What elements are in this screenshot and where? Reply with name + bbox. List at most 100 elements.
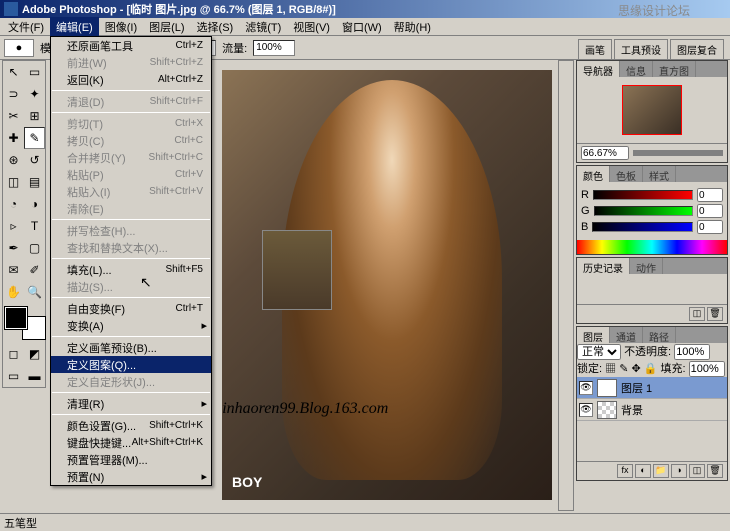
lock-move-icon[interactable]: ✥ [631,363,640,375]
zoom-tool[interactable]: 🔍 [24,281,45,303]
brush-tab[interactable]: 画笔 [578,39,612,60]
menu-item[interactable]: 还原画笔工具Ctrl+Z [51,37,211,54]
lock-paint-icon[interactable]: ✎ [619,363,628,375]
fg-color[interactable] [5,307,27,329]
heal-tool[interactable]: ✚ [3,127,24,149]
menu-8[interactable]: 帮助(H) [388,17,437,37]
history-brush-tool[interactable]: ↺ [24,149,45,171]
slice-tool[interactable]: ⊞ [24,105,45,127]
quickmask-on[interactable]: ◩ [24,343,45,365]
eye-icon[interactable]: 👁 [579,381,593,395]
menu-2[interactable]: 图像(I) [99,17,143,37]
color-swatch[interactable] [5,307,45,339]
menu-item[interactable]: 清理(R)▸ [51,395,211,412]
eyedropper-tool[interactable]: ✐ [24,259,45,281]
shape-tool[interactable]: ▢ [24,237,45,259]
menu-item[interactable]: 定义画笔预设(B)... [51,339,211,356]
lock-trans-icon[interactable]: ▦ [605,363,616,375]
menu-4[interactable]: 选择(S) [191,17,240,37]
g-slider[interactable] [594,206,693,216]
tab[interactable]: 色板 [610,166,643,182]
lock-all-icon[interactable]: 🔒 [644,363,658,375]
brush-tab[interactable]: 图层复合 [670,39,724,60]
blur-tool[interactable]: ◔ [3,193,24,215]
tab[interactable]: 路径 [643,327,676,343]
crop-tool[interactable]: ✂ [3,105,24,127]
zoom-slider[interactable] [633,150,723,156]
canvas[interactable]: Good fun 博客: Kaixinhaoren99.Blog.163.com… [222,70,552,500]
menu-item[interactable]: 填充(L)...Shift+F5 [51,261,211,278]
tab[interactable]: 历史记录 [577,258,630,274]
screen-full[interactable]: ▬ [24,365,45,387]
menu-7[interactable]: 窗口(W) [336,17,388,37]
stamp-tool[interactable]: ⊛ [3,149,24,171]
tab[interactable]: 直方图 [653,61,696,77]
dodge-tool[interactable]: ◑ [24,193,45,215]
brush-preset-picker[interactable]: ● [4,39,34,57]
menu-3[interactable]: 图层(L) [143,17,190,37]
layer-row[interactable]: 👁图层 1 [577,377,727,399]
layer-folder-icon[interactable]: 📁 [653,464,669,478]
g-input[interactable] [697,204,723,218]
menu-item[interactable]: 变换(A)▸ [51,317,211,334]
layer-opacity-label: 不透明度: [624,346,671,358]
layer-fx-icon[interactable]: fx [617,464,633,478]
layer-opacity-input[interactable] [674,344,710,360]
hand-tool[interactable]: ✋ [3,281,24,303]
eye-icon[interactable]: 👁 [579,403,593,417]
tab[interactable]: 信息 [620,61,653,77]
menu-1[interactable]: 编辑(E) [50,17,99,37]
path-tool[interactable]: ▹ [3,215,24,237]
tab[interactable]: 样式 [643,166,676,182]
menu-item[interactable]: 自由变换(F)Ctrl+T [51,300,211,317]
zoom-input[interactable] [581,146,629,160]
menu-item[interactable]: 颜色设置(G)...Shift+Ctrl+K [51,417,211,434]
selection-thumb [262,230,332,310]
tab[interactable]: 图层 [577,327,610,343]
tab[interactable]: 导航器 [577,61,620,77]
menu-item[interactable]: 定义图案(Q)... [51,356,211,373]
pen-tool[interactable]: ✒ [3,237,24,259]
flow-input[interactable] [253,40,295,56]
menu-0[interactable]: 文件(F) [2,17,50,37]
menu-item[interactable]: 预置(N)▸ [51,468,211,485]
r-input[interactable] [697,188,723,202]
menu-item[interactable]: 返回(K)Alt+Ctrl+Z [51,71,211,88]
layer-thumb[interactable] [597,401,617,419]
wand-tool[interactable]: ✦ [24,83,45,105]
tab[interactable]: 颜色 [577,166,610,182]
layer-new-icon[interactable]: ◫ [689,464,705,478]
menu-5[interactable]: 滤镜(T) [239,17,287,37]
r-slider[interactable] [593,190,693,200]
layer-row[interactable]: 👁背景 [577,399,727,421]
blend-mode-select[interactable]: 正常 [577,344,621,360]
menu-6[interactable]: 视图(V) [287,17,336,37]
menu-item[interactable]: 键盘快捷键...Alt+Shift+Ctrl+K [51,434,211,451]
lasso-tool[interactable]: ⊃ [3,83,24,105]
tab[interactable]: 动作 [630,258,663,274]
canvas-scrollbar-v[interactable] [558,60,574,511]
history-new-snapshot[interactable]: ◫ [689,307,705,321]
color-ramp[interactable] [577,240,727,254]
gradient-tool[interactable]: ▤ [24,171,45,193]
brush-tab[interactable]: 工具预设 [614,39,668,60]
layer-thumb[interactable] [597,379,617,397]
marquee-tool[interactable]: ▭ [24,61,45,83]
quickmask-off[interactable]: ◻ [3,343,24,365]
brush-tool[interactable]: ✎ [24,127,45,149]
type-tool[interactable]: T [24,215,45,237]
layer-mask-icon[interactable]: ◐ [635,464,651,478]
eraser-tool[interactable]: ◫ [3,171,24,193]
tab[interactable]: 通道 [610,327,643,343]
menu-item[interactable]: 预置管理器(M)... [51,451,211,468]
move-tool[interactable]: ↖ [3,61,24,83]
notes-tool[interactable]: ✉ [3,259,24,281]
navigator-thumb[interactable] [622,85,682,135]
b-slider[interactable] [592,222,693,232]
screen-std[interactable]: ▭ [3,365,24,387]
fill-input[interactable] [689,361,725,377]
layer-delete-icon[interactable]: 🗑 [707,464,723,478]
history-delete[interactable]: 🗑 [707,307,723,321]
layer-adjust-icon[interactable]: ◑ [671,464,687,478]
b-input[interactable] [697,220,723,234]
